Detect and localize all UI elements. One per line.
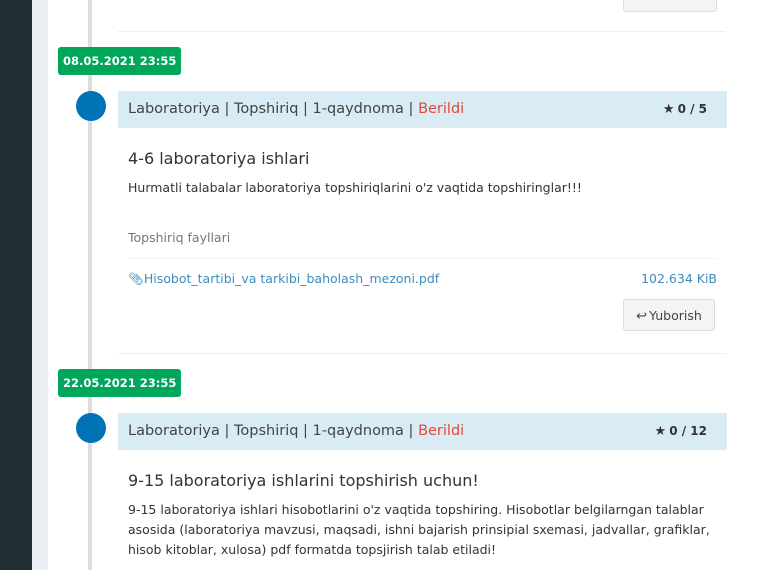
- star-icon: ★: [662, 102, 675, 117]
- timeline-dot-icon: [76, 91, 106, 121]
- status-label: Berildi: [418, 423, 465, 439]
- item-breadcrumb-text: Laboratoriya | Topshiriq | 1-qaydnoma |: [128, 101, 419, 117]
- item-header: Laboratoriya | Topshiriq | 1-qaydnoma | …: [118, 91, 727, 128]
- score-value: 0 / 5: [677, 102, 707, 116]
- file-link[interactable]: 📎︎Hisobot_tartibi_va tarkibi_baholash_me…: [128, 271, 439, 287]
- reply-button[interactable]: ↩ Yuborish: [623, 299, 715, 331]
- sidebar: [0, 0, 32, 570]
- file-size: 102.634 KiB: [641, 271, 717, 286]
- status-label: Berildi: [418, 101, 465, 117]
- score-badge: ★ 0 / 12: [655, 413, 707, 450]
- item-description: 9-15 laboratoriya ishlari hisobotlarini …: [128, 502, 710, 557]
- timeline-dot-icon: [76, 413, 106, 443]
- item-divider: [118, 353, 726, 354]
- item-breadcrumb: Laboratoriya | Topshiriq | 1-qaydnoma | …: [128, 413, 464, 450]
- item-title: 9-15 laboratoriya ishlarini topshirish u…: [128, 471, 479, 490]
- item-breadcrumb-text: Laboratoriya | Topshiriq | 1-qaydnoma |: [128, 423, 419, 439]
- date-badge: 08.05.2021 23:55: [58, 47, 182, 75]
- reply-icon: ↩: [636, 309, 648, 324]
- previous-item-button[interactable]: [623, 0, 717, 12]
- reply-button-label: Yuborish: [649, 308, 702, 323]
- timeline-line: [88, 0, 92, 570]
- files-separator: [128, 258, 717, 259]
- paperclip-icon: 📎︎: [128, 271, 144, 286]
- date-badge: 22.05.2021 23:55: [58, 369, 182, 397]
- item-description: Hurmatli talabalar laboratoriya topshiri…: [128, 180, 582, 195]
- score-badge: ★ 0 / 5: [663, 91, 707, 128]
- files-label: Topshiriq fayllari: [128, 230, 231, 245]
- item-title: 4-6 laboratoriya ishlari: [128, 149, 310, 168]
- item-divider: [118, 31, 726, 32]
- file-name: Hisobot_tartibi_va tarkibi_baholash_mezo…: [143, 271, 440, 286]
- item-breadcrumb: Laboratoriya | Topshiriq | 1-qaydnoma | …: [128, 91, 464, 128]
- star-icon: ★: [654, 424, 667, 439]
- item-header: Laboratoriya | Topshiriq | 1-qaydnoma | …: [118, 413, 727, 450]
- score-value: 0 / 12: [669, 424, 707, 438]
